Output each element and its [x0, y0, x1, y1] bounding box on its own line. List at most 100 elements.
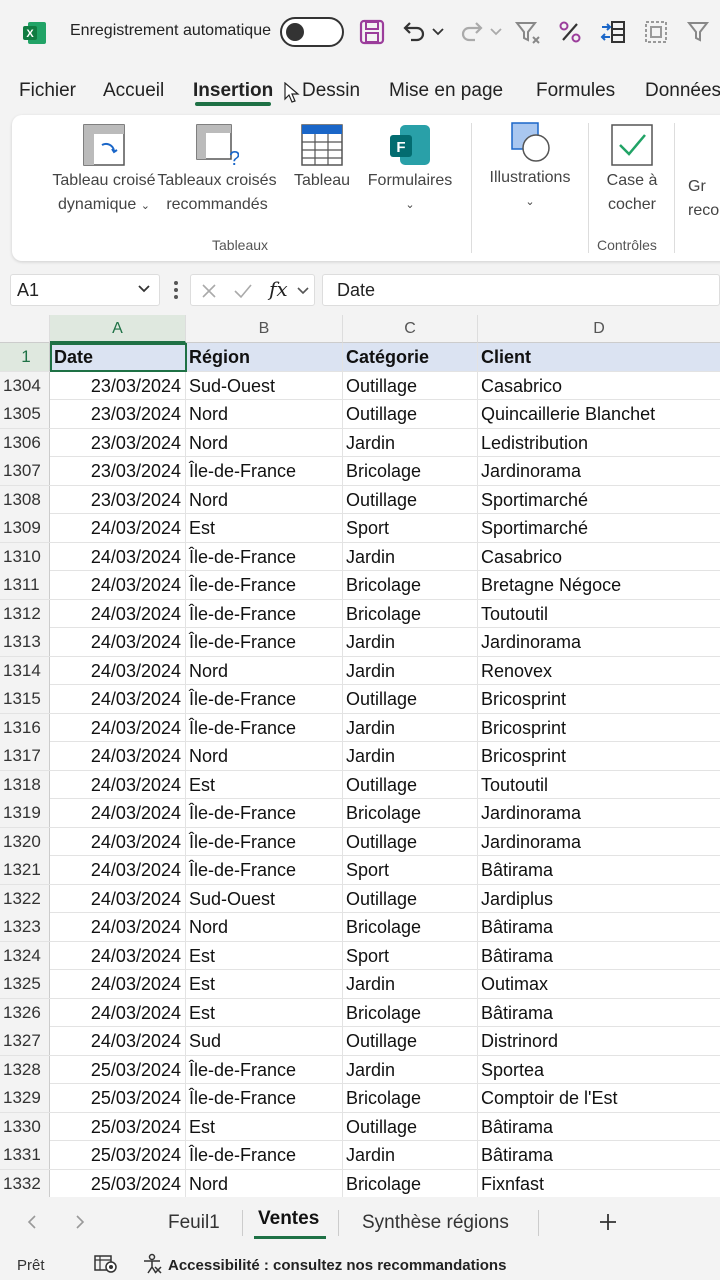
cell-region[interactable]: Nord	[186, 913, 343, 941]
cell-category[interactable]: Jardin	[343, 428, 478, 457]
excel-logo[interactable]: X	[22, 20, 48, 46]
row-number[interactable]: 1311	[0, 571, 50, 599]
sheet-tab-synthese-regions[interactable]: Synthèse régions	[362, 1212, 509, 1234]
tab-dessin[interactable]: Dessin	[302, 80, 360, 102]
cell-category[interactable]: Bricolage	[343, 913, 478, 941]
cell-client[interactable]: Toutoutil	[478, 600, 720, 628]
cell-date[interactable]: 23/03/2024	[50, 371, 186, 400]
cell-date[interactable]: 24/03/2024	[50, 713, 186, 742]
cell-client[interactable]: Outimax	[478, 970, 720, 998]
cell-date[interactable]: 24/03/2024	[50, 542, 186, 571]
cell-region[interactable]: Nord	[186, 742, 343, 770]
cell-client[interactable]: Bâtirama	[478, 1141, 720, 1169]
cell-category[interactable]: Jardin	[343, 542, 478, 571]
chevron-down-icon[interactable]	[297, 286, 309, 296]
more-options-icon[interactable]	[171, 278, 181, 302]
cell-category[interactable]: Jardin	[343, 628, 478, 656]
row-number[interactable]: 1331	[0, 1141, 50, 1169]
column-header-d[interactable]: D	[478, 315, 720, 343]
cell-region[interactable]: Île-de-France	[186, 799, 343, 827]
cell-date[interactable]: 24/03/2024	[50, 742, 186, 770]
cell-region[interactable]: Île-de-France	[186, 827, 343, 856]
row-number[interactable]: 1329	[0, 1084, 50, 1112]
cell-client[interactable]: Quincaillerie Blanchet	[478, 400, 720, 428]
cell-date[interactable]: 23/03/2024	[50, 400, 186, 428]
cell-client[interactable]: Sportimarché	[478, 514, 720, 542]
illustrations-button[interactable]: Illustrations ⌄	[480, 120, 580, 214]
accessibility-icon[interactable]	[141, 1253, 163, 1275]
row-number[interactable]: 1320	[0, 827, 50, 856]
formula-input[interactable]: Date	[322, 274, 720, 306]
row-number[interactable]: 1319	[0, 799, 50, 827]
cell-client[interactable]: Jardinorama	[478, 628, 720, 656]
cell-date[interactable]: 24/03/2024	[50, 998, 186, 1027]
cell-category[interactable]: Bricolage	[343, 1169, 478, 1197]
cell-region[interactable]: Île-de-France	[186, 713, 343, 742]
cell-client[interactable]: Toutoutil	[478, 771, 720, 799]
tab-accueil[interactable]: Accueil	[103, 80, 164, 102]
row-number[interactable]: 1309	[0, 514, 50, 542]
chevron-right-icon[interactable]	[74, 1214, 86, 1230]
row-number[interactable]: 1308	[0, 485, 50, 514]
cell-region[interactable]: Nord	[186, 656, 343, 685]
macro-record-icon[interactable]	[94, 1254, 118, 1274]
column-header-c[interactable]: C	[343, 315, 478, 343]
row-number[interactable]: 1314	[0, 656, 50, 685]
tab-donnees[interactable]: Données	[645, 80, 720, 102]
cell-date[interactable]: 24/03/2024	[50, 856, 186, 884]
cell-client[interactable]: Jardiplus	[478, 885, 720, 913]
cell-date[interactable]: 24/03/2024	[50, 770, 186, 799]
tab-fichier[interactable]: Fichier	[19, 80, 76, 102]
cell-client[interactable]: Bretagne Négoce	[478, 571, 720, 599]
cell-client[interactable]: Bâtirama	[478, 942, 720, 970]
cell-date[interactable]: 24/03/2024	[50, 656, 186, 685]
cell-category[interactable]: Jardin	[343, 713, 478, 742]
cell-client[interactable]: Bâtirama	[478, 1113, 720, 1141]
percent-icon[interactable]	[554, 16, 586, 48]
cell-date[interactable]: 24/03/2024	[50, 571, 186, 599]
row-number[interactable]: 1305	[0, 400, 50, 428]
cell-date[interactable]: 24/03/2024	[50, 599, 186, 628]
function-icon[interactable]: fx	[269, 277, 288, 301]
checkbox-button[interactable]: Case à cocher	[596, 123, 668, 217]
cell-client[interactable]: Sportimarché	[478, 486, 720, 514]
cell-region[interactable]: Est	[186, 998, 343, 1027]
redo-dropdown-chevron-icon[interactable]	[486, 16, 506, 48]
row-number[interactable]: 1321	[0, 856, 50, 884]
cell-region[interactable]: Île-de-France	[186, 1141, 343, 1169]
cell-region[interactable]: Est	[186, 514, 343, 542]
cell-category[interactable]: Bricolage	[343, 1084, 478, 1112]
cell-date[interactable]: 24/03/2024	[50, 913, 186, 941]
forms-button[interactable]: F Formulaires ⌄	[360, 123, 460, 217]
select-all-corner[interactable]	[0, 315, 50, 343]
tab-insertion[interactable]: Insertion	[193, 80, 273, 102]
table-button[interactable]: Tableau	[290, 123, 354, 193]
cell-region[interactable]: Est	[186, 941, 343, 970]
add-sheet-icon[interactable]	[598, 1212, 618, 1232]
cell-client-header[interactable]: Client	[478, 343, 720, 371]
cell-category[interactable]: Outillage	[343, 400, 478, 428]
cell-category[interactable]: Outillage	[343, 371, 478, 400]
cell-category[interactable]: Bricolage	[343, 998, 478, 1027]
select-icon[interactable]	[640, 16, 672, 48]
cell-client[interactable]: Casabrico	[478, 372, 720, 400]
row-number[interactable]: 1330	[0, 1112, 50, 1141]
row-number[interactable]: 1324	[0, 941, 50, 970]
table-arrows-icon[interactable]	[598, 16, 630, 48]
cell-category[interactable]: Sport	[343, 856, 478, 884]
cell-client[interactable]: Bricosprint	[478, 742, 720, 770]
cell-category[interactable]: Sport	[343, 514, 478, 542]
row-number[interactable]: 1310	[0, 542, 50, 571]
cell-date[interactable]: 24/03/2024	[50, 799, 186, 827]
row-number[interactable]: 1326	[0, 998, 50, 1027]
row-number[interactable]: 1315	[0, 685, 50, 713]
cell-region[interactable]: Sud-Ouest	[186, 884, 343, 913]
cell-region[interactable]: Île-de-France	[186, 1084, 343, 1112]
row-number[interactable]: 1318	[0, 770, 50, 799]
confirm-icon[interactable]	[233, 283, 253, 299]
cell-client[interactable]: Bricosprint	[478, 714, 720, 742]
row-number[interactable]: 1	[0, 343, 50, 371]
cell-client[interactable]: Renovex	[478, 657, 720, 685]
cell-region[interactable]: Nord	[186, 400, 343, 428]
cell-client[interactable]: Bâtirama	[478, 913, 720, 941]
